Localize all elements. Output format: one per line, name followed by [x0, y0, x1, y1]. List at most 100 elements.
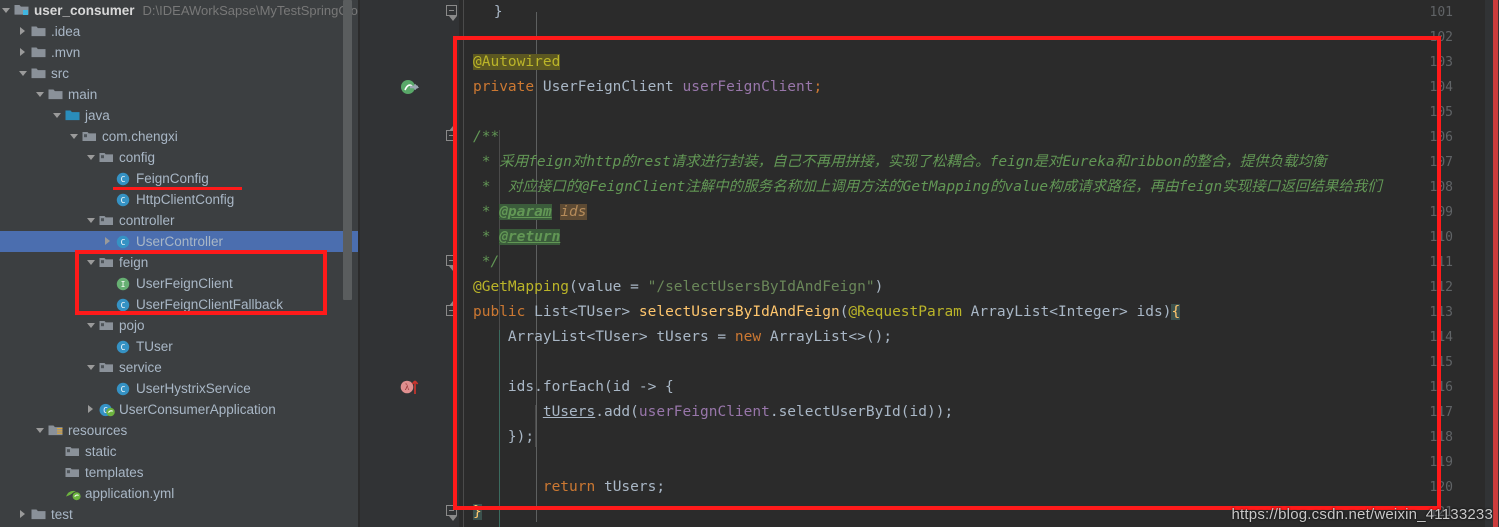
- tree-item-tuser[interactable]: C TUser: [0, 336, 360, 357]
- package-icon: [64, 462, 82, 483]
- code-content[interactable]: } @Autowired private UserFeignClient use…: [459, 0, 1499, 527]
- chevron-down-icon[interactable]: [68, 126, 81, 147]
- tree-item-test[interactable]: test: [0, 504, 360, 525]
- tree-item-usercontroller[interactable]: C UserController: [0, 231, 360, 252]
- getmapping-annotation: @GetMapping: [473, 279, 570, 295]
- chevron-down-icon[interactable]: [51, 105, 64, 126]
- chevron-down-icon[interactable]: [34, 420, 47, 441]
- tree-item--mvn[interactable]: .mvn: [0, 42, 360, 63]
- project-tree-panel[interactable]: user_consumer D:\IDEAWorkSapse\MyTestSpri…: [0, 0, 360, 527]
- tree-item-label: controller: [119, 213, 175, 228]
- tree-item-controller[interactable]: controller: [0, 210, 360, 231]
- code-line-101: }: [459, 4, 503, 20]
- tree-item-userconsumerapplication[interactable]: C UserConsumerApplication: [0, 399, 360, 420]
- chevron-down-icon[interactable]: [85, 147, 98, 168]
- chevron-right-icon[interactable]: [17, 42, 30, 63]
- code-line-109: * @param ids: [473, 204, 587, 220]
- package-icon: [98, 357, 116, 378]
- svg-text:C: C: [121, 196, 126, 205]
- tree-item-main[interactable]: main: [0, 84, 360, 105]
- fold-end-marker[interactable]: [445, 250, 458, 275]
- tree-item-label: src: [51, 66, 69, 81]
- tree-item-httpclientconfig[interactable]: C HttpClientConfig: [0, 189, 360, 210]
- tree-item-label: main: [68, 87, 98, 102]
- tree-item-label: com.chengxi: [102, 129, 178, 144]
- tree-item--idea[interactable]: .idea: [0, 21, 360, 42]
- chevron-down-icon[interactable]: [0, 0, 13, 21]
- tree-item-userhystrixservice[interactable]: C UserHystrixService: [0, 378, 360, 399]
- tree-item-label: java: [85, 108, 110, 123]
- class-icon: C: [115, 294, 133, 315]
- chevron-down-icon[interactable]: [85, 252, 98, 273]
- code-line-112: @GetMapping(value = "/selectUsersByIdAnd…: [473, 279, 884, 295]
- tree-item-service[interactable]: service: [0, 357, 360, 378]
- tree-item-resources[interactable]: resources: [0, 420, 360, 441]
- tree-item-static[interactable]: static: [0, 441, 360, 462]
- code-editor[interactable]: 101 102 103 104 105 106 107 108 109 110 111 112 113 1…: [360, 0, 1499, 527]
- class-icon: C: [115, 336, 133, 357]
- implemented-method-icon[interactable]: [400, 75, 424, 100]
- fold-start-marker[interactable]: [445, 125, 458, 150]
- svg-text:λ: λ: [405, 382, 410, 392]
- code-line-107: * 采用feign对http的rest请求进行封装，自己不再用拼接，实现了松耦合…: [473, 154, 1327, 170]
- fold-end-marker[interactable]: [445, 500, 458, 525]
- tree-item-feignconfig[interactable]: C FeignConfig: [0, 168, 360, 189]
- code-line-111: */: [473, 254, 500, 270]
- chevron-right-icon[interactable]: [17, 21, 30, 42]
- tree-item-templates[interactable]: templates: [0, 462, 360, 483]
- tree-item-userfeignclientfallback[interactable]: C UserFeignClientFallback: [0, 294, 360, 315]
- chevron-down-icon[interactable]: [34, 84, 47, 105]
- project-path-label: D:\IDEAWorkSapse\MyTestSpringCloud: [142, 3, 360, 18]
- tree-item-label: pojo: [119, 318, 145, 333]
- package-icon: [64, 441, 82, 462]
- red-underline-feignconfig: [113, 187, 242, 190]
- tree-item-pojo[interactable]: pojo: [0, 315, 360, 336]
- folder-icon: [30, 504, 48, 525]
- tree-item-userfeignclient[interactable]: I UserFeignClient: [0, 273, 360, 294]
- sidebar-scrollbar-thumb[interactable]: [343, 0, 352, 300]
- watermark-url: https://blog.csdn.net/weixin_41133233: [1231, 506, 1493, 523]
- class-icon: C: [115, 231, 133, 252]
- editor-right-strip[interactable]: [1485, 0, 1499, 527]
- matched-brace: {: [1171, 304, 1181, 320]
- chevron-right-icon[interactable]: [102, 231, 115, 252]
- code-line-113: public List<TUser> selectUsersByIdAndFei…: [473, 304, 1181, 320]
- project-tree[interactable]: user_consumer D:\IDEAWorkSapse\MyTestSpri…: [0, 0, 360, 525]
- chevron-down-icon[interactable]: [17, 63, 30, 84]
- chevron-down-icon[interactable]: [85, 315, 98, 336]
- lambda-gutter-icon[interactable]: λ: [400, 375, 424, 400]
- javadoc-param-tag: @param: [499, 204, 552, 220]
- chevron-down-icon[interactable]: [85, 357, 98, 378]
- module-icon: [13, 0, 31, 21]
- fold-start-marker[interactable]: [445, 300, 458, 325]
- package-icon: [98, 210, 116, 231]
- tree-item-user-consumer[interactable]: user_consumer D:\IDEAWorkSapse\MyTestSpri…: [0, 0, 360, 21]
- tree-item-label: HttpClientConfig: [136, 192, 235, 207]
- code-line-114: ArrayList<TUser> tUsers = new ArrayList<…: [473, 329, 893, 345]
- tree-item-label: UserHystrixService: [136, 381, 251, 396]
- tree-item-label: UserConsumerApplication: [119, 402, 276, 417]
- tree-item-label: static: [85, 444, 117, 459]
- tree-item-application-yml[interactable]: application.yml: [0, 483, 360, 504]
- tree-item-com-chengxi[interactable]: com.chengxi: [0, 126, 360, 147]
- sidebar-scrollbar-track[interactable]: [343, 0, 356, 527]
- code-line-116: ids.forEach(id -> {: [473, 379, 674, 395]
- tree-item-java[interactable]: java: [0, 105, 360, 126]
- tree-item-feign[interactable]: feign: [0, 252, 360, 273]
- fold-end-marker[interactable]: [445, 0, 458, 25]
- tree-item-config[interactable]: config: [0, 147, 360, 168]
- error-stripe-marker[interactable]: [1493, 0, 1498, 527]
- requestparam-annotation: @RequestParam: [848, 304, 962, 320]
- chevron-right-icon[interactable]: [17, 504, 30, 525]
- chevron-right-icon[interactable]: [85, 399, 98, 420]
- tree-item-src[interactable]: src: [0, 63, 360, 84]
- code-line-121: }: [473, 500, 482, 525]
- chevron-down-icon[interactable]: [85, 210, 98, 231]
- code-line-103: @Autowired: [473, 50, 561, 75]
- svg-text:C: C: [121, 343, 126, 352]
- tree-item-label: FeignConfig: [136, 171, 209, 186]
- tree-item-label: resources: [68, 423, 128, 438]
